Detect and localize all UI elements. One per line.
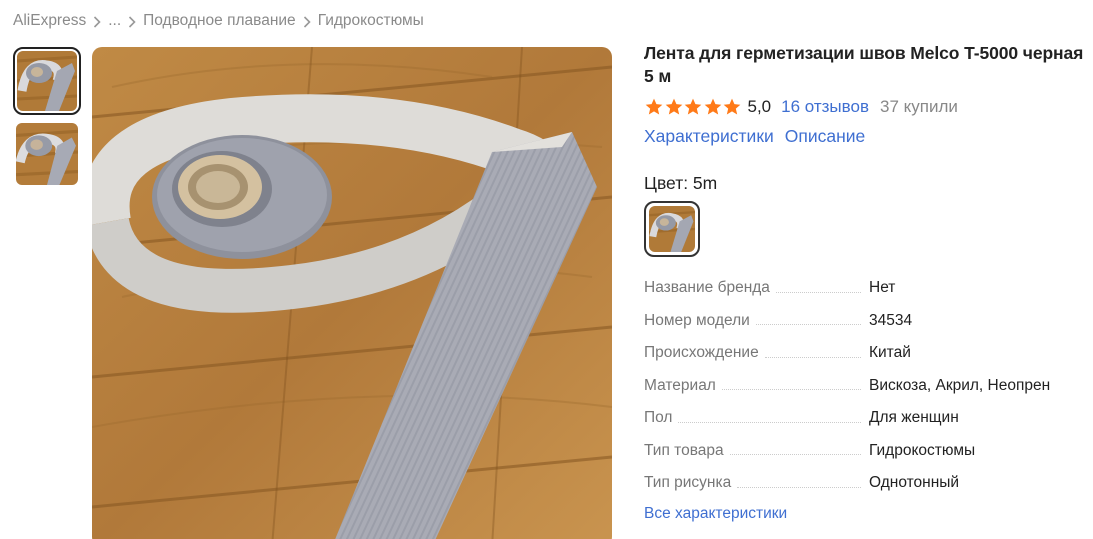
spec-row: Тип рисунка Однотонный	[644, 467, 1084, 500]
chevron-right-icon	[121, 13, 143, 29]
star-rating	[644, 97, 742, 117]
star-icon	[684, 98, 702, 115]
spec-value: Однотонный	[869, 474, 960, 492]
spec-key: Происхождение	[644, 344, 759, 362]
all-specs-link[interactable]: Все характеристики	[644, 505, 1084, 523]
star-icon	[665, 98, 682, 115]
spec-row: Пол Для женщин	[644, 402, 1084, 435]
breadcrumb: AliExpress ... Подводное плавание Гидрок…	[13, 10, 424, 32]
spec-row: Название бренда Нет	[644, 272, 1084, 305]
reviews-link[interactable]: 16 отзывов	[781, 97, 869, 117]
spec-row: Происхождение Китай	[644, 337, 1084, 370]
spec-key: Название бренда	[644, 279, 770, 297]
color-option-5m[interactable]	[644, 201, 700, 257]
product-thumbnail-image	[16, 123, 78, 185]
spec-row: Номер модели 34534	[644, 305, 1084, 338]
spec-value: Гидрокостюмы	[869, 441, 976, 459]
bought-count: 37 купили	[879, 97, 958, 116]
spec-value: 34534	[869, 311, 913, 329]
spec-key: Тип товара	[644, 441, 724, 459]
spec-row: Материал Вискоза, Акрил, Неопрен	[644, 370, 1084, 403]
breadcrumb-category[interactable]: Подводное плавание	[143, 12, 296, 30]
product-title: Лента для герметизации швов Melco T-5000…	[644, 43, 1084, 86]
star-icon	[704, 98, 721, 115]
rating-value: 5,0	[747, 97, 772, 116]
thumbnail-list	[13, 47, 81, 193]
color-swatch-image	[649, 206, 695, 252]
chevron-right-icon	[296, 13, 318, 29]
star-icon	[645, 98, 663, 115]
spec-row: Тип товара Гидрокостюмы	[644, 435, 1084, 468]
star-icon	[723, 98, 741, 115]
product-nav-links: Характеристики Описание	[644, 126, 1084, 147]
spec-value: Китай	[869, 344, 911, 362]
description-link[interactable]: Описание	[785, 126, 866, 147]
breadcrumb-subcategory[interactable]: Гидрокостюмы	[318, 12, 424, 30]
color-label: Цвет: 5m	[644, 173, 718, 193]
spec-value: Нет	[869, 279, 896, 297]
specs-list: Название бренда Нет Номер модели 34534 П…	[644, 272, 1084, 500]
chevron-right-icon	[86, 13, 108, 29]
breadcrumb-home[interactable]: AliExpress	[13, 12, 86, 30]
spec-key: Пол	[644, 409, 673, 427]
product-main-image[interactable]	[92, 47, 612, 539]
characteristics-link[interactable]: Характеристики	[644, 126, 774, 147]
spec-key: Материал	[644, 376, 716, 394]
thumbnail-2[interactable]	[13, 120, 81, 188]
spec-value: Вискоза, Акрил, Неопрен	[869, 376, 1051, 394]
product-info: Лента для герметизации швов Melco T-5000…	[644, 42, 1084, 523]
spec-value: Для женщин	[869, 409, 959, 427]
spec-key: Тип рисунка	[644, 474, 732, 492]
spec-key: Номер модели	[644, 311, 750, 329]
rating-row: 5,0 16 отзывов 37 купили	[644, 95, 1084, 119]
breadcrumb-ellipsis[interactable]: ...	[108, 12, 121, 30]
product-thumbnail-image	[17, 51, 77, 111]
thumbnail-1[interactable]	[13, 47, 81, 115]
